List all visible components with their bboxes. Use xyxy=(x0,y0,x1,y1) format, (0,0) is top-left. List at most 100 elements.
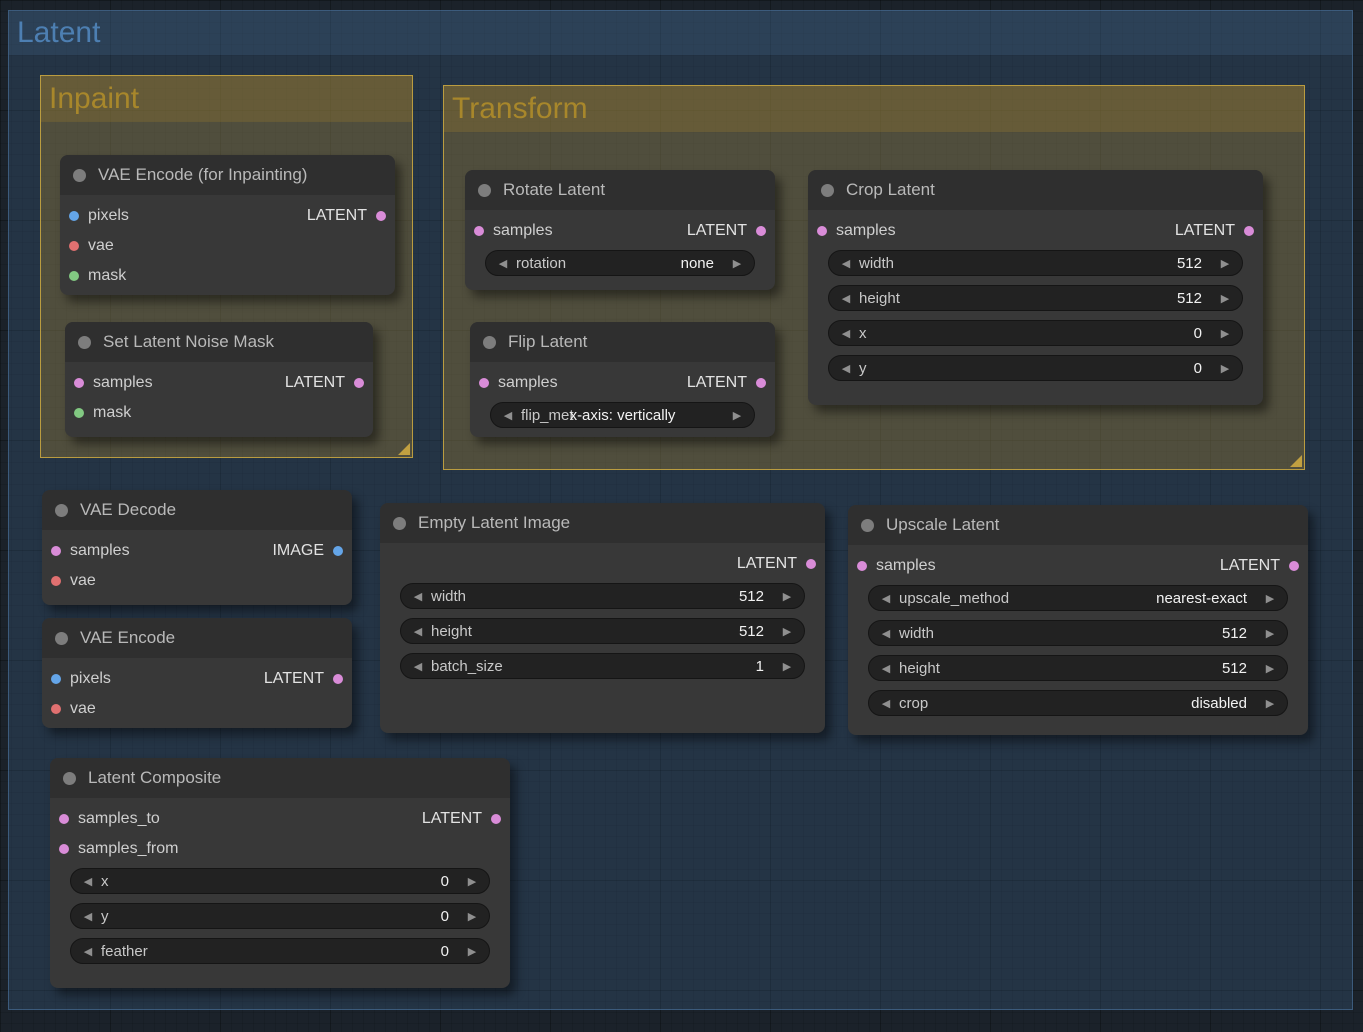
output-port-latent[interactable] xyxy=(354,378,364,388)
input-port-samples[interactable] xyxy=(51,546,61,556)
node-titlebar[interactable]: VAE Encode (for Inpainting) xyxy=(60,155,395,195)
widget-feather[interactable]: ◀ feather 0 ▶ xyxy=(70,938,490,964)
node-titlebar[interactable]: Empty Latent Image xyxy=(380,503,825,543)
collapse-dot-icon[interactable] xyxy=(478,183,491,197)
decrement-arrow-icon[interactable]: ◀ xyxy=(877,697,895,710)
node-titlebar[interactable]: Rotate Latent xyxy=(465,170,775,210)
node-flip-latent[interactable]: Flip Latent samples LATENT ◀ flip_met x-… xyxy=(470,322,775,437)
collapse-dot-icon[interactable] xyxy=(63,771,76,785)
input-port-mask[interactable] xyxy=(69,271,79,281)
widget-height[interactable]: ◀ height 512 ▶ xyxy=(828,285,1243,311)
input-port-pixels[interactable] xyxy=(69,211,79,221)
input-port-pixels[interactable] xyxy=(51,674,61,684)
input-port-vae[interactable] xyxy=(51,576,61,586)
node-titlebar[interactable]: Crop Latent xyxy=(808,170,1263,210)
decrement-arrow-icon[interactable]: ◀ xyxy=(837,292,855,305)
increment-arrow-icon[interactable]: ▶ xyxy=(1216,362,1234,375)
node-titlebar[interactable]: Upscale Latent xyxy=(848,505,1308,545)
increment-arrow-icon[interactable]: ▶ xyxy=(1261,592,1279,605)
collapse-dot-icon[interactable] xyxy=(55,503,68,517)
increment-arrow-icon[interactable]: ▶ xyxy=(778,625,796,638)
increment-arrow-icon[interactable]: ▶ xyxy=(778,590,796,603)
decrement-arrow-icon[interactable]: ◀ xyxy=(79,910,97,923)
output-port-image[interactable] xyxy=(333,546,343,556)
increment-arrow-icon[interactable]: ▶ xyxy=(463,875,481,888)
increment-arrow-icon[interactable]: ▶ xyxy=(463,910,481,923)
node-titlebar[interactable]: VAE Encode xyxy=(42,618,352,658)
output-port-latent[interactable] xyxy=(491,814,501,824)
node-upscale-latent[interactable]: Upscale Latent samples LATENT ◀ upscale_… xyxy=(848,505,1308,735)
widget-width[interactable]: ◀ width 512 ▶ xyxy=(400,583,805,609)
output-port-latent[interactable] xyxy=(756,226,766,236)
input-port-samples[interactable] xyxy=(479,378,489,388)
widget-upscale-method[interactable]: ◀ upscale_method nearest-exact ▶ xyxy=(868,585,1288,611)
group-inpaint-titlebar[interactable]: Inpaint xyxy=(41,76,412,122)
collapse-dot-icon[interactable] xyxy=(393,516,406,530)
input-port-mask[interactable] xyxy=(74,408,84,418)
collapse-dot-icon[interactable] xyxy=(821,183,834,197)
widget-width[interactable]: ◀ width 512 ▶ xyxy=(868,620,1288,646)
group-resize-handle-icon[interactable] xyxy=(1290,455,1302,467)
widget-y[interactable]: ◀ y 0 ▶ xyxy=(828,355,1243,381)
node-titlebar[interactable]: Flip Latent xyxy=(470,322,775,362)
node-set-latent-noise-mask[interactable]: Set Latent Noise Mask samples LATENT mas… xyxy=(65,322,373,437)
decrement-arrow-icon[interactable]: ◀ xyxy=(494,257,512,270)
widget-width[interactable]: ◀ width 512 ▶ xyxy=(828,250,1243,276)
node-empty-latent-image[interactable]: Empty Latent Image LATENT ◀ width 512 ▶ … xyxy=(380,503,825,733)
widget-y[interactable]: ◀ y 0 ▶ xyxy=(70,903,490,929)
decrement-arrow-icon[interactable]: ◀ xyxy=(877,627,895,640)
widget-height[interactable]: ◀ height 512 ▶ xyxy=(868,655,1288,681)
decrement-arrow-icon[interactable]: ◀ xyxy=(79,875,97,888)
input-port-vae[interactable] xyxy=(69,241,79,251)
input-port-samples[interactable] xyxy=(474,226,484,236)
output-port-latent[interactable] xyxy=(376,211,386,221)
widget-batch-size[interactable]: ◀ batch_size 1 ▶ xyxy=(400,653,805,679)
decrement-arrow-icon[interactable]: ◀ xyxy=(409,660,427,673)
increment-arrow-icon[interactable]: ▶ xyxy=(728,257,746,270)
widget-flip-method[interactable]: ◀ flip_met x-axis: vertically ▶ xyxy=(490,402,755,428)
increment-arrow-icon[interactable]: ▶ xyxy=(1261,662,1279,675)
decrement-arrow-icon[interactable]: ◀ xyxy=(79,945,97,958)
collapse-dot-icon[interactable] xyxy=(55,631,68,645)
collapse-dot-icon[interactable] xyxy=(483,335,496,349)
decrement-arrow-icon[interactable]: ◀ xyxy=(837,362,855,375)
increment-arrow-icon[interactable]: ▶ xyxy=(1261,627,1279,640)
increment-arrow-icon[interactable]: ▶ xyxy=(1216,257,1234,270)
node-crop-latent[interactable]: Crop Latent samples LATENT ◀ width 512 ▶… xyxy=(808,170,1263,405)
input-port-samples[interactable] xyxy=(74,378,84,388)
node-latent-composite[interactable]: Latent Composite samples_to LATENT sampl… xyxy=(50,758,510,988)
increment-arrow-icon[interactable]: ▶ xyxy=(778,660,796,673)
output-port-latent[interactable] xyxy=(1289,561,1299,571)
widget-x[interactable]: ◀ x 0 ▶ xyxy=(828,320,1243,346)
input-port-samples[interactable] xyxy=(857,561,867,571)
decrement-arrow-icon[interactable]: ◀ xyxy=(837,327,855,340)
decrement-arrow-icon[interactable]: ◀ xyxy=(409,625,427,638)
decrement-arrow-icon[interactable]: ◀ xyxy=(877,592,895,605)
increment-arrow-icon[interactable]: ▶ xyxy=(1216,327,1234,340)
widget-crop[interactable]: ◀ crop disabled ▶ xyxy=(868,690,1288,716)
node-vae-decode[interactable]: VAE Decode samples IMAGE vae xyxy=(42,490,352,605)
group-resize-handle-icon[interactable] xyxy=(398,443,410,455)
input-port-samples-from[interactable] xyxy=(59,844,69,854)
widget-rotation[interactable]: ◀ rotation none ▶ xyxy=(485,250,755,276)
node-titlebar[interactable]: VAE Decode xyxy=(42,490,352,530)
input-port-vae[interactable] xyxy=(51,704,61,714)
widget-height[interactable]: ◀ height 512 ▶ xyxy=(400,618,805,644)
collapse-dot-icon[interactable] xyxy=(73,168,86,182)
input-port-samples[interactable] xyxy=(817,226,827,236)
node-vae-encode[interactable]: VAE Encode pixels LATENT vae xyxy=(42,618,352,728)
output-port-latent[interactable] xyxy=(756,378,766,388)
node-titlebar[interactable]: Set Latent Noise Mask xyxy=(65,322,373,362)
output-port-latent[interactable] xyxy=(333,674,343,684)
output-port-latent[interactable] xyxy=(806,559,816,569)
collapse-dot-icon[interactable] xyxy=(861,518,874,532)
input-port-samples-to[interactable] xyxy=(59,814,69,824)
group-latent-titlebar[interactable]: Latent xyxy=(9,11,1352,55)
increment-arrow-icon[interactable]: ▶ xyxy=(463,945,481,958)
node-rotate-latent[interactable]: Rotate Latent samples LATENT ◀ rotation … xyxy=(465,170,775,290)
increment-arrow-icon[interactable]: ▶ xyxy=(1261,697,1279,710)
decrement-arrow-icon[interactable]: ◀ xyxy=(409,590,427,603)
decrement-arrow-icon[interactable]: ◀ xyxy=(877,662,895,675)
widget-x[interactable]: ◀ x 0 ▶ xyxy=(70,868,490,894)
decrement-arrow-icon[interactable]: ◀ xyxy=(837,257,855,270)
